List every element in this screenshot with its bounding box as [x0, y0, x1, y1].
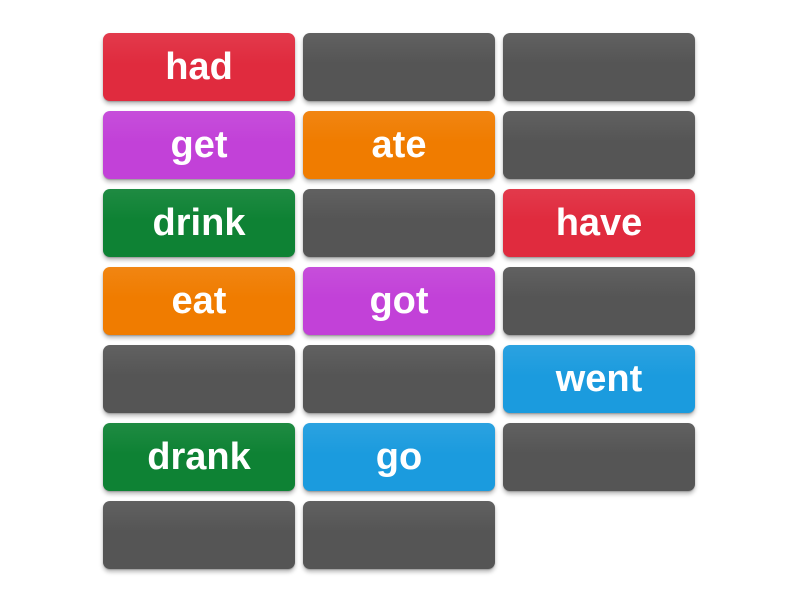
tile-word[interactable]: ate — [303, 111, 495, 179]
tile-label: got — [369, 280, 429, 322]
tile-label: have — [555, 202, 643, 244]
tile-blank[interactable] — [303, 501, 495, 569]
matching-tiles-board: had get ate drink have eat got went drank go — [0, 0, 800, 600]
tile-word[interactable]: have — [503, 189, 695, 257]
tile-label: ate — [371, 124, 427, 166]
tile-label: went — [555, 358, 643, 400]
tile-label: drank — [147, 436, 251, 478]
tile-word[interactable]: drank — [103, 423, 295, 491]
tile-blank[interactable] — [503, 267, 695, 335]
tile-blank[interactable] — [503, 423, 695, 491]
tile-blank[interactable] — [103, 501, 295, 569]
tile-blank[interactable] — [303, 33, 495, 101]
tile-placeholder — [503, 501, 695, 569]
tile-label: get — [170, 124, 228, 166]
tile-label: had — [165, 46, 233, 88]
tile-word[interactable]: went — [503, 345, 695, 413]
tile-blank[interactable] — [503, 111, 695, 179]
tile-word[interactable]: go — [303, 423, 495, 491]
tile-grid: had get ate drink have eat got went drank go — [103, 33, 695, 569]
tile-word[interactable]: got — [303, 267, 495, 335]
tile-word[interactable]: eat — [103, 267, 295, 335]
tile-word[interactable]: get — [103, 111, 295, 179]
tile-word[interactable]: drink — [103, 189, 295, 257]
tile-label: drink — [152, 202, 246, 244]
tile-blank[interactable] — [103, 345, 295, 413]
tile-blank[interactable] — [503, 33, 695, 101]
tile-blank[interactable] — [303, 345, 495, 413]
tile-word[interactable]: had — [103, 33, 295, 101]
tile-blank[interactable] — [303, 189, 495, 257]
tile-label: go — [375, 436, 423, 478]
tile-label: eat — [171, 280, 227, 322]
